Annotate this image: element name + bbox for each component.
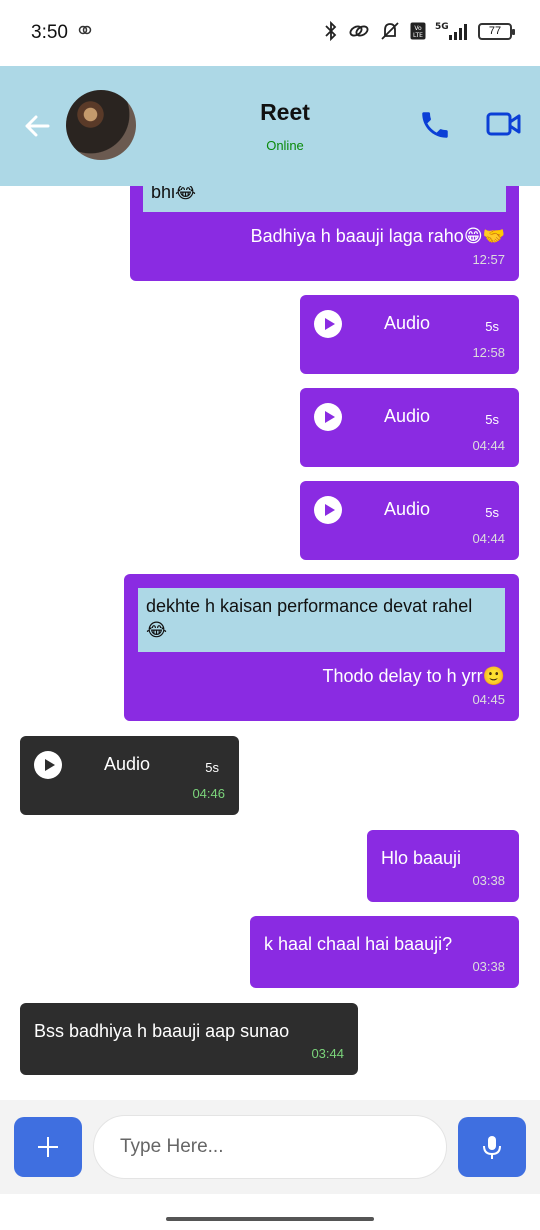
volte-icon: VoLTE — [410, 22, 426, 40]
audio-message[interactable]: Audio 5s 04:44 — [300, 481, 519, 560]
message-input[interactable] — [93, 1115, 447, 1179]
message-time: 04:44 — [472, 438, 505, 453]
play-icon[interactable] — [34, 751, 62, 779]
bluetooth-icon — [325, 20, 337, 42]
home-indicator[interactable] — [166, 1217, 374, 1221]
play-icon[interactable] — [314, 310, 342, 338]
audio-label: Audio — [384, 313, 431, 333]
message-text: Bss badhiya h baauji aap sunao — [34, 1021, 290, 1041]
message-sent-reply[interactable]: dekhte h kaisan performance devat rahel … — [124, 574, 519, 721]
signal-5g-icon: 5G — [435, 22, 467, 40]
message-time: 04:46 — [192, 786, 225, 801]
audio-message[interactable]: Audio 5s 04:44 — [300, 388, 519, 467]
audio-duration: 5s — [485, 319, 499, 334]
add-attachment-button[interactable] — [14, 1117, 82, 1177]
play-icon[interactable] — [314, 403, 342, 431]
message-time: 04:44 — [472, 531, 505, 546]
quoted-reply: bhi😂 — [143, 186, 506, 212]
svg-text:5G: 5G — [435, 22, 449, 32]
call-button[interactable] — [418, 108, 452, 147]
video-call-button[interactable] — [486, 110, 522, 143]
audio-label: Audio — [384, 406, 431, 426]
quoted-reply: dekhte h kaisan performance devat rahel … — [138, 588, 505, 652]
composer-bar — [0, 1100, 540, 1194]
chat-messages[interactable]: bhi😂 Badhiya h baauji laga raho😁🤝 12:57 … — [0, 186, 540, 1100]
message-sent[interactable]: k haal chaal hai baauji? 03:38 — [250, 916, 519, 988]
phone-icon — [422, 112, 448, 138]
message-time: 03:38 — [472, 959, 505, 974]
audio-duration: 5s — [485, 412, 499, 427]
message-sent-reply[interactable]: bhi😂 Badhiya h baauji laga raho😁🤝 12:57 — [130, 186, 519, 281]
contact-status: Online — [266, 138, 304, 153]
audio-label: Audio — [384, 499, 431, 519]
message-text: k haal chaal hai baauji? — [264, 934, 453, 954]
message-time: 12:57 — [472, 252, 505, 267]
message-time: 03:38 — [472, 873, 505, 888]
message-text: Badhiya h baauji laga raho😁🤝 — [250, 226, 505, 246]
audio-duration: 5s — [485, 505, 499, 520]
svg-text:LTE: LTE — [413, 32, 423, 39]
message-received[interactable]: Bss badhiya h baauji aap sunao 03:44 — [20, 1003, 358, 1075]
message-sent[interactable]: Hlo baauji 03:38 — [367, 830, 519, 902]
link-icon — [78, 23, 92, 42]
svg-text:Vo: Vo — [414, 25, 422, 32]
voice-record-button[interactable] — [458, 1117, 526, 1177]
microphone-icon — [483, 1136, 501, 1159]
audio-message-received[interactable]: Audio 5s 04:46 — [20, 736, 239, 815]
chat-header: Reet Online — [0, 66, 540, 186]
audio-message[interactable]: Audio 5s 12:58 — [300, 295, 519, 374]
message-text: Thodo delay to h yrr🙂 — [322, 666, 506, 686]
status-icons: Vo LTE 5G 77 — [323, 20, 515, 42]
video-camera-icon — [486, 112, 521, 136]
audio-label: Audio — [104, 754, 151, 774]
message-time: 03:44 — [311, 1046, 344, 1061]
contact-name: Reet — [260, 99, 310, 125]
audio-duration: 5s — [205, 760, 219, 775]
status-time: 3:50 — [31, 22, 68, 43]
hotspot-link-icon — [349, 25, 369, 37]
play-icon[interactable] — [314, 496, 342, 524]
mute-icon — [381, 22, 399, 40]
message-time: 12:58 — [472, 345, 505, 360]
message-time: 04:45 — [472, 692, 505, 707]
message-text: Hlo baauji — [381, 848, 462, 868]
status-bar: 3:50 Vo LTE 5G 77 — [0, 0, 540, 64]
battery-icon: 77 — [478, 22, 515, 40]
